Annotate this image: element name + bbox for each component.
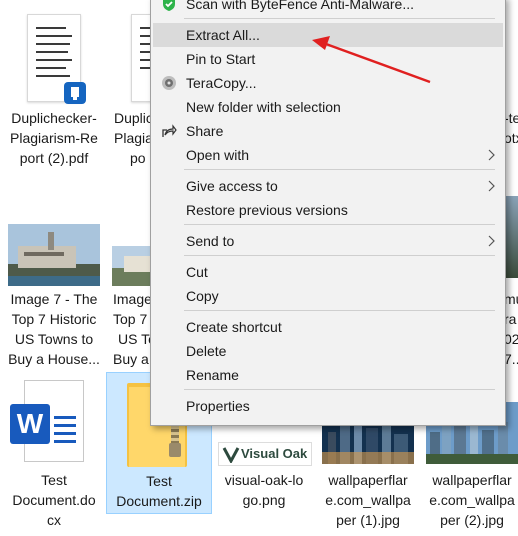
annotation-arrow — [312, 36, 431, 84]
